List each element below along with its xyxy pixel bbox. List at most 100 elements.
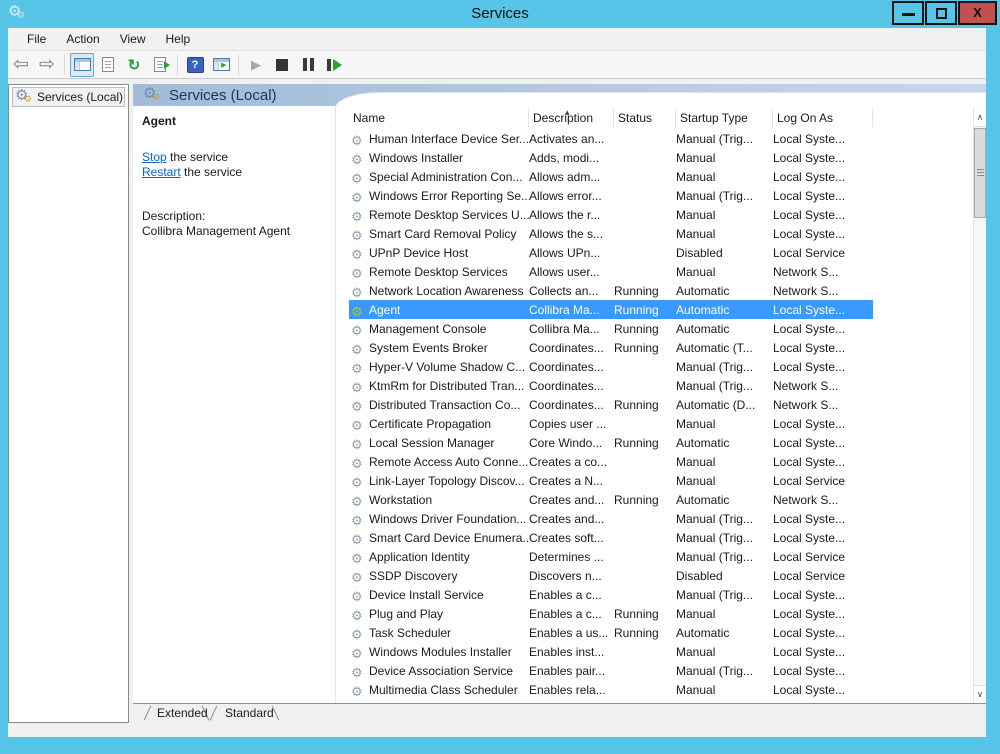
table-row[interactable]: ⚙Link-Layer Topology Discov...Creates a … [349,471,873,490]
table-row[interactable]: ⚙Smart Card Device Enumera...Creates sof… [349,528,873,547]
service-gear-icon: ⚙ [351,699,363,702]
table-row[interactable]: ⚙Multimedia Class SchedulerEnables rela.… [349,680,873,699]
column-header-name[interactable]: Name [349,109,529,127]
service-gear-icon: ⚙ [351,151,363,165]
scrollbar-thumb[interactable] [974,128,986,218]
service-startup-type: Manual (Trig... [676,531,773,545]
menu-file[interactable]: File [18,30,55,48]
service-name: ⚙Remote Desktop Services [349,265,529,279]
table-row[interactable]: ⚙Plug and PlayEnables a c...RunningManua… [349,604,873,623]
service-logon-as: Network S... [773,379,873,393]
minimize-button[interactable] [892,1,924,25]
stop-service-link[interactable]: Stop [142,150,167,164]
table-row[interactable]: ⚙Hyper-V Volume Shadow C...Coordinates..… [349,357,873,376]
column-header-description[interactable]: Description▴ [529,109,614,127]
show-console-tree-icon[interactable] [70,53,94,77]
service-logon-as: Local Syste... [773,132,873,146]
column-header-filler [873,109,973,127]
service-startup-type: Manual [676,170,773,184]
column-header-logon-as[interactable]: Log On As [773,109,873,127]
column-header-status[interactable]: Status [614,109,676,127]
service-name: ⚙Local Session Manager [349,436,529,450]
help-icon[interactable]: ? [183,53,207,77]
service-startup-type: Manual (Trig... [676,550,773,564]
service-gear-icon: ⚙ [351,246,363,260]
table-row[interactable]: ⚙Remote Access Auto Conne...Creates a co… [349,452,873,471]
tree-item-label: Services (Local) [37,90,123,104]
table-row[interactable]: ⚙Task SchedulerEnables a us...RunningAut… [349,623,873,642]
service-gear-icon: ⚙ [351,607,363,621]
table-row[interactable]: ⚙KtmRm for Distributed Tran...Coordinate… [349,376,873,395]
service-description: Coordinates... [529,379,614,393]
console-tree-panel: ⚙⚙ Services (Local) [8,84,129,723]
close-button[interactable]: X [958,1,997,25]
table-row[interactable]: ⚙Windows InstallerAdds, modi...ManualLoc… [349,148,873,167]
show-action-pane-icon[interactable]: ▶ [209,53,233,77]
tab-standard[interactable]: Standard [225,706,274,720]
restart-service-suffix: the service [181,165,242,179]
service-gear-icon: ⚙ [351,379,363,393]
menu-action[interactable]: Action [57,30,108,48]
column-header-startup-type[interactable]: Startup Type [676,109,773,127]
services-node-icon: ⚙⚙ [15,88,35,106]
table-row[interactable]: ⚙Windows Modules InstallerEnables inst..… [349,642,873,661]
properties-icon[interactable] [96,53,120,77]
table-row[interactable]: ⚙Distributed Transaction Co...Coordinate… [349,395,873,414]
table-row[interactable]: ⚙System Events BrokerCoordinates...Runni… [349,338,873,357]
back-icon[interactable]: ⇦ [9,53,33,77]
tree-item-services-local[interactable]: ⚙⚙ Services (Local) [12,87,125,107]
forward-icon[interactable]: ⇨ [35,53,59,77]
table-row-partial[interactable]: ⚙ [349,699,973,702]
table-row[interactable]: ⚙Certificate PropagationCopies user ...M… [349,414,873,433]
table-row[interactable]: ⚙Special Administration Con...Allows adm… [349,167,873,186]
service-description: Creates and... [529,512,614,526]
service-logon-as: Local Syste... [773,360,873,374]
start-service-icon[interactable]: ▶ [244,53,268,77]
service-description: Creates a co... [529,455,614,469]
stop-service-icon[interactable] [270,53,294,77]
table-row[interactable]: ⚙Windows Driver Foundation...Creates and… [349,509,873,528]
service-startup-type: Manual [676,227,773,241]
service-logon-as: Local Syste... [773,512,873,526]
window-client-area: File Action View Help ⇦ ⇨ ↻ ? ▶ ▶ ⚙⚙ [8,28,986,737]
table-row[interactable]: ⚙UPnP Device HostAllows UPn...DisabledLo… [349,243,873,262]
menu-help[interactable]: Help [157,30,200,48]
service-gear-icon: ⚙ [351,417,363,431]
table-row[interactable]: ⚙SSDP DiscoveryDiscovers n...DisabledLoc… [349,566,873,585]
export-list-icon[interactable] [148,53,172,77]
service-gear-icon: ⚙ [351,303,363,317]
pause-service-icon[interactable] [296,53,320,77]
table-row[interactable]: ⚙Management ConsoleCollibra Ma...Running… [349,319,873,338]
service-startup-type: Manual [676,455,773,469]
table-row[interactable]: ⚙Device Association ServiceEnables pair.… [349,661,873,680]
table-row[interactable]: ⚙Device Install ServiceEnables a c...Man… [349,585,873,604]
table-row[interactable]: ⚙Remote Desktop ServicesAllows user...Ma… [349,262,873,281]
table-row[interactable]: ⚙Local Session ManagerCore Windo...Runni… [349,433,873,452]
maximize-button[interactable] [925,1,957,25]
service-startup-type: Manual (Trig... [676,512,773,526]
service-description: Enables a c... [529,588,614,602]
table-row[interactable]: ⚙Application IdentityDetermines ...Manua… [349,547,873,566]
table-row[interactable]: ⚙Smart Card Removal PolicyAllows the s..… [349,224,873,243]
service-description: Allows error... [529,189,614,203]
vertical-scrollbar[interactable]: ∧ ∨ [973,107,986,703]
table-row[interactable]: ⚙Windows Error Reporting Se...Allows err… [349,186,873,205]
service-logon-as: Network S... [773,398,873,412]
refresh-icon[interactable]: ↻ [122,53,146,77]
restart-service-link[interactable]: Restart [142,165,181,179]
tab-edge [144,706,152,721]
status-bar [8,723,986,737]
service-description: Core Windo... [529,436,614,450]
service-status: Running [614,284,676,298]
table-row[interactable]: ⚙WorkstationCreates and...RunningAutomat… [349,490,873,509]
table-row[interactable]: ⚙Remote Desktop Services U...Allows the … [349,205,873,224]
restart-service-icon[interactable] [322,53,346,77]
table-row[interactable]: ⚙Human Interface Device Ser...Activates … [349,129,873,148]
table-row[interactable]: ⚙Network Location AwarenessCollects an..… [349,281,873,300]
tab-extended[interactable]: Extended [157,706,208,720]
scroll-up-icon[interactable]: ∧ [974,107,986,127]
service-startup-type: Manual [676,683,773,697]
scroll-down-icon[interactable]: ∨ [974,685,986,703]
menu-view[interactable]: View [111,30,155,48]
table-row[interactable]: ⚙AgentCollibra Ma...RunningAutomaticLoca… [349,300,873,319]
